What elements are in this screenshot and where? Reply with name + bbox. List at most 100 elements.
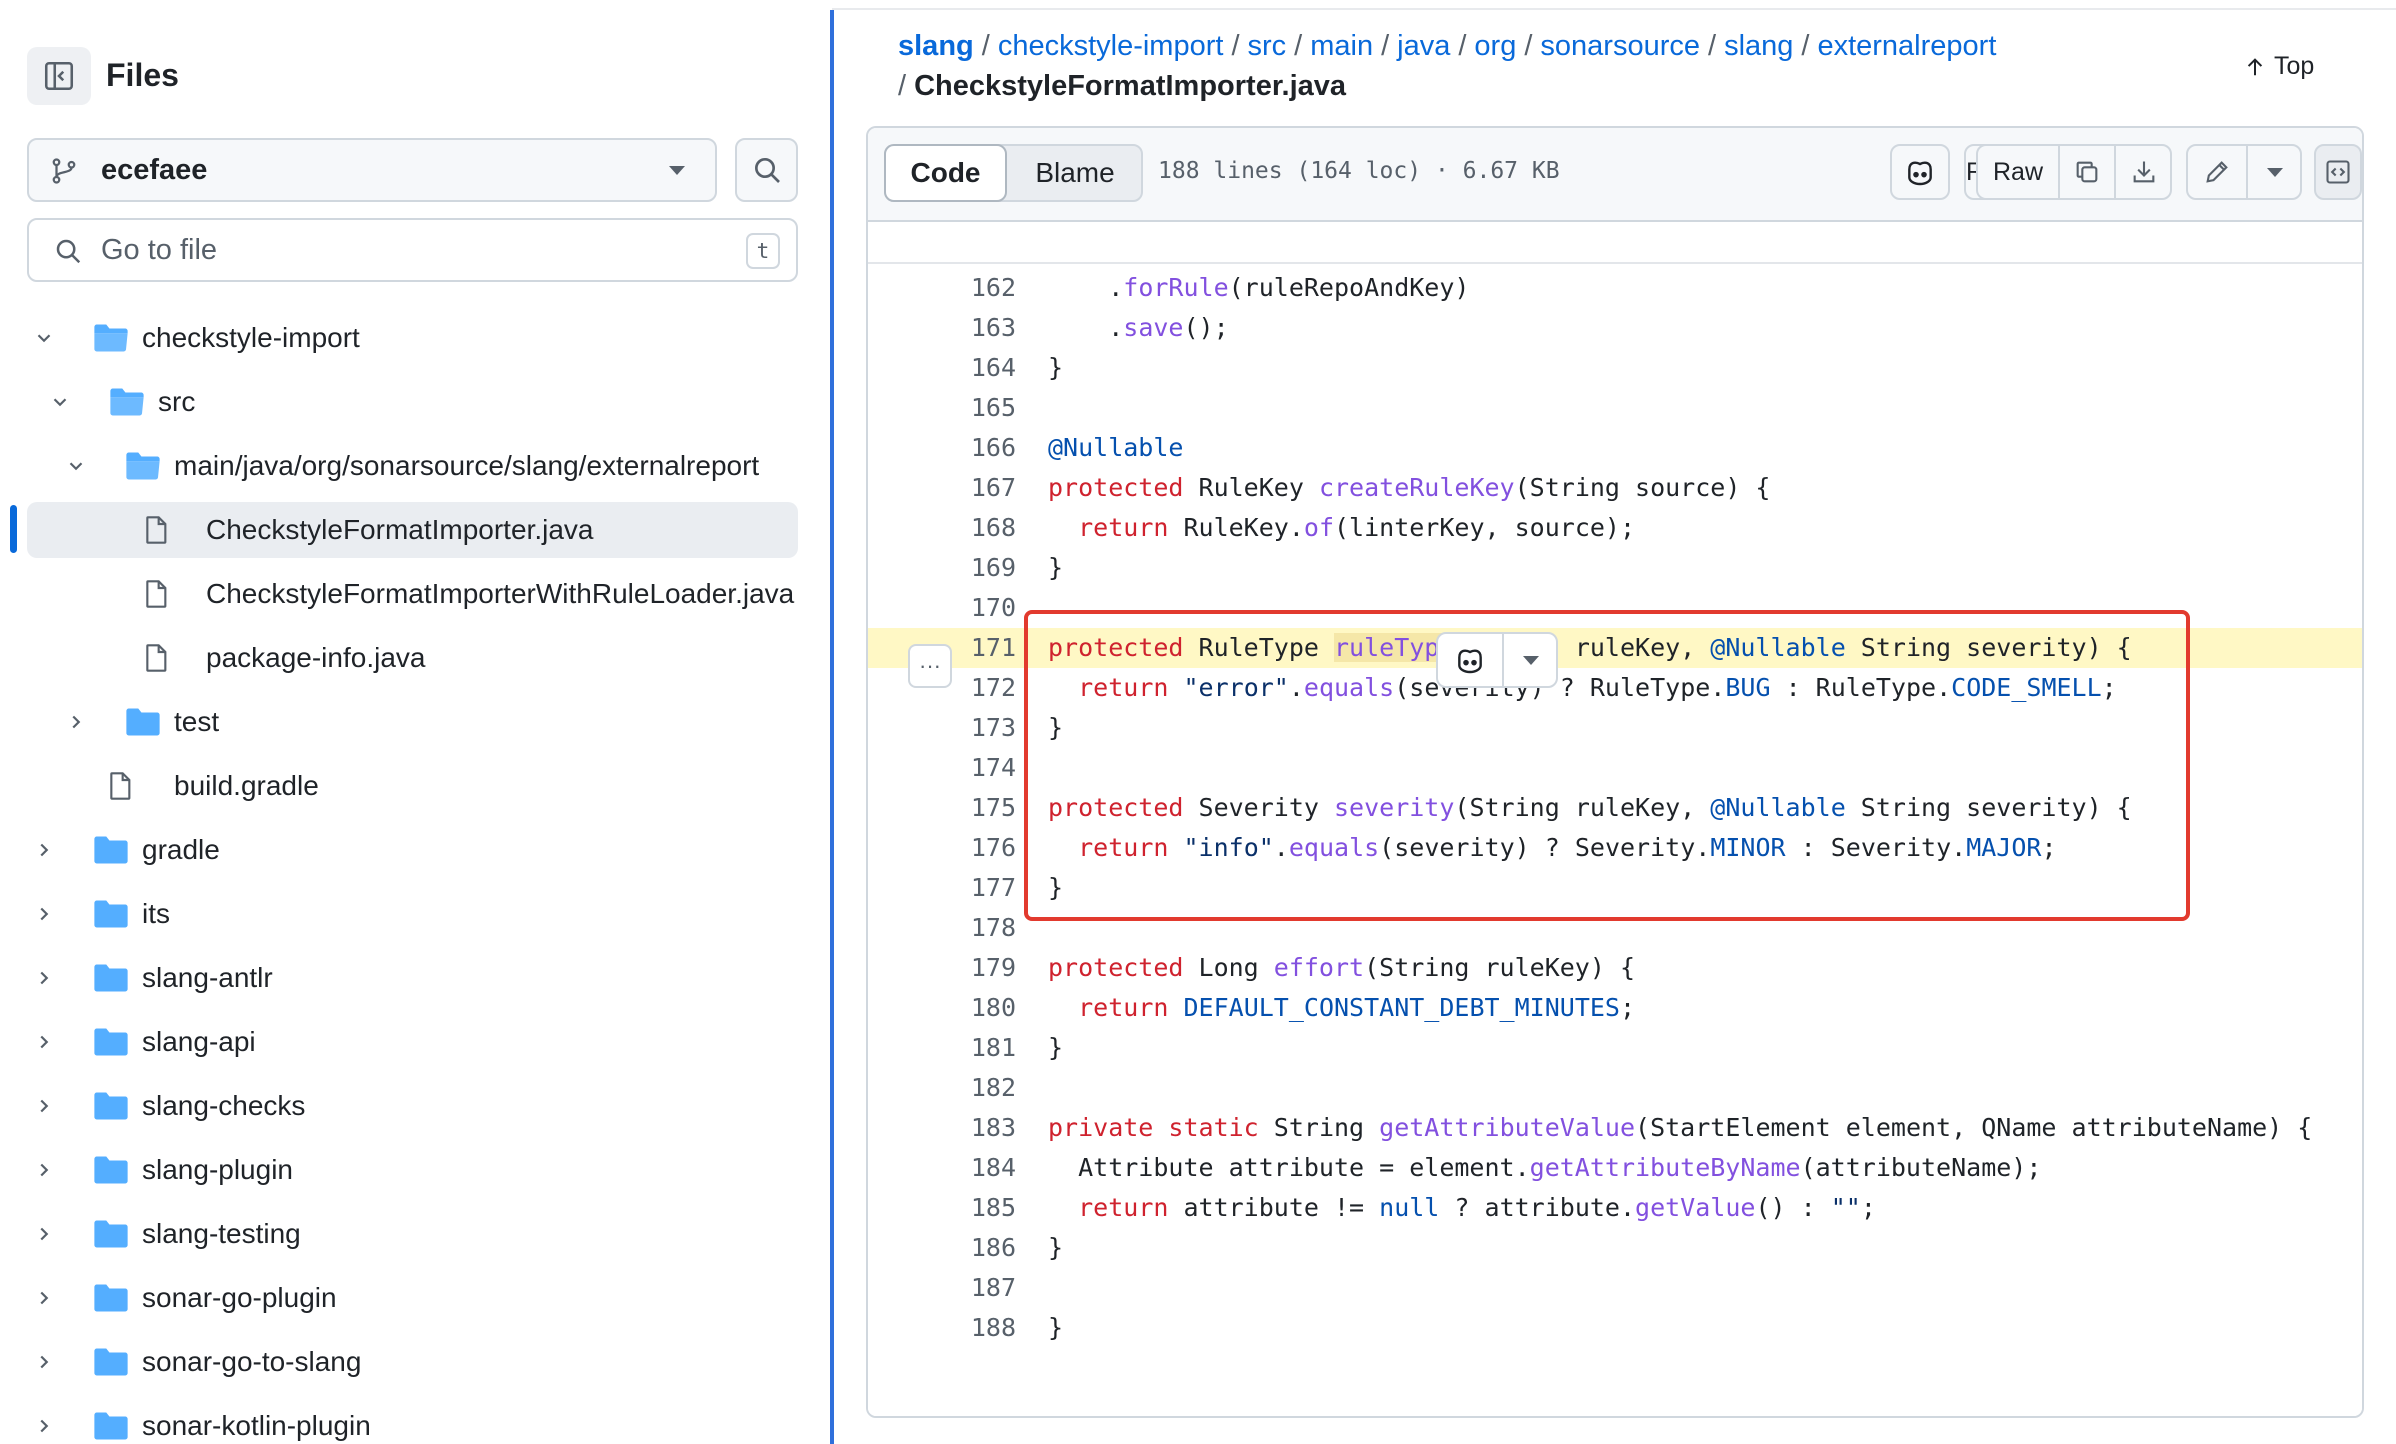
tree-folder[interactable]: slang-antlr [27, 950, 798, 1006]
collapse-sidebar-button[interactable] [27, 47, 91, 105]
chevron-right-icon[interactable] [32, 1286, 56, 1310]
line-number[interactable]: 177 [868, 868, 1016, 908]
folder-icon [92, 962, 128, 994]
tree-folder[interactable]: checkstyle-import [27, 310, 798, 366]
breadcrumb-link[interactable]: main [1310, 30, 1373, 62]
tree-folder[interactable]: its [27, 886, 798, 942]
line-number[interactable]: 175 [868, 788, 1016, 828]
tree-folder[interactable]: sonar-go-to-slang [27, 1334, 798, 1390]
chevron-right-icon[interactable] [32, 1350, 56, 1374]
breadcrumb-link[interactable]: java [1397, 30, 1450, 62]
tree-file[interactable]: build.gradle [27, 758, 798, 814]
branch-selector[interactable]: ecefaee [27, 138, 717, 202]
download-button[interactable] [2116, 146, 2172, 198]
breadcrumb-link[interactable]: checkstyle-import [998, 30, 1224, 62]
inline-copilot-menu [1436, 632, 1558, 688]
folder-icon [92, 898, 128, 930]
chevron-down-icon[interactable] [64, 454, 88, 478]
line-code: @Nullable [1048, 433, 1184, 462]
line-code: } [1048, 353, 1064, 382]
tree-file[interactable]: CheckstyleFormatImporter.java [27, 502, 798, 558]
line-number[interactable]: 178 [868, 908, 1016, 948]
chevron-right-icon[interactable] [32, 966, 56, 990]
line-code: return "info".equals(severity) ? Severit… [1078, 833, 2057, 862]
breadcrumb-link[interactable]: sonarsource [1540, 30, 1700, 62]
chevron-down-icon[interactable] [48, 390, 72, 414]
line-number[interactable]: 188 [868, 1308, 1016, 1348]
tree-file[interactable]: package-info.java [27, 630, 798, 686]
breadcrumb-link[interactable]: org [1474, 30, 1516, 62]
copilot-button[interactable] [1890, 144, 1950, 200]
chevron-right-icon[interactable] [32, 1094, 56, 1118]
code-view[interactable]: 145 private void saveIssue(RuleKey ruleR… [868, 224, 2362, 1416]
chevron-right-icon[interactable] [32, 1158, 56, 1182]
line-number[interactable]: 166 [868, 428, 1016, 468]
breadcrumb-repo-link[interactable]: slang [898, 30, 974, 62]
sticky-scroll-header[interactable]: 145 private void saveIssue(RuleKey ruleR… [868, 224, 2362, 264]
tab-blame[interactable]: Blame [1007, 146, 1143, 200]
line-number[interactable]: 174 [868, 748, 1016, 788]
tree-folder[interactable]: src [27, 374, 798, 430]
line-number[interactable]: 185 [868, 1188, 1016, 1228]
line-number[interactable]: 182 [868, 1068, 1016, 1108]
chevron-right-icon[interactable] [32, 1222, 56, 1246]
copilot-line-button[interactable] [1438, 634, 1504, 686]
tree-folder[interactable]: slang-plugin [27, 1142, 798, 1198]
tree-item-label: slang-antlr [142, 962, 273, 993]
symbols-panel-button[interactable] [2314, 144, 2362, 200]
go-to-file-input[interactable]: Go to file t [27, 218, 798, 282]
line-number[interactable]: 162 [868, 268, 1016, 308]
edit-options-button[interactable] [2248, 146, 2302, 198]
chevron-right-icon[interactable] [32, 838, 56, 862]
code-line: 145 private void saveIssue(RuleKey ruleR… [868, 224, 2362, 262]
go-to-file-placeholder: Go to file [101, 234, 218, 266]
code-line: 184 Attribute attribute = element.getAtt… [868, 1148, 2362, 1188]
tab-code[interactable]: Code [884, 144, 1007, 202]
line-number[interactable]: 181 [868, 1028, 1016, 1068]
tree-file[interactable]: CheckstyleFormatImporterWithRuleLoader.j… [27, 566, 798, 622]
line-number[interactable]: 145 [868, 253, 1016, 262]
line-number[interactable]: 176 [868, 828, 1016, 868]
folder-icon [124, 706, 160, 738]
line-number[interactable]: 167 [868, 468, 1016, 508]
tree-folder[interactable]: slang-testing [27, 1206, 798, 1262]
line-number[interactable]: 186 [868, 1228, 1016, 1268]
breadcrumb-link[interactable]: externalreport [1817, 30, 1996, 62]
line-number[interactable]: 179 [868, 948, 1016, 988]
line-number[interactable]: 180 [868, 988, 1016, 1028]
code-line: 165 [868, 388, 2362, 428]
raw-button[interactable]: Raw [1978, 146, 2060, 198]
tree-folder[interactable]: slang-checks [27, 1078, 798, 1134]
line-number[interactable]: 187 [868, 1268, 1016, 1308]
breadcrumb-link[interactable]: slang [1724, 30, 1793, 62]
code-line: 169} [868, 548, 2362, 588]
line-options-button[interactable]: ··· [908, 644, 952, 688]
line-number[interactable]: 184 [868, 1148, 1016, 1188]
chevron-right-icon[interactable] [32, 1414, 56, 1438]
chevron-right-icon[interactable] [32, 902, 56, 926]
line-number[interactable]: 163 [868, 308, 1016, 348]
copilot-options-button[interactable] [1504, 634, 1558, 686]
breadcrumb-link[interactable]: src [1248, 30, 1287, 62]
tree-folder[interactable]: main/java/org/sonarsource/slang/external… [27, 438, 798, 494]
line-number[interactable]: 173 [868, 708, 1016, 748]
line-number[interactable]: 169 [868, 548, 1016, 588]
line-number[interactable]: 165 [868, 388, 1016, 428]
copy-raw-button[interactable] [2060, 146, 2116, 198]
chevron-right-icon[interactable] [32, 1030, 56, 1054]
tree-folder[interactable]: test [27, 694, 798, 750]
scroll-to-top-button[interactable]: Top [2244, 52, 2314, 81]
tree-item-label: slang-plugin [142, 1154, 293, 1185]
line-number[interactable]: 183 [868, 1108, 1016, 1148]
tree-folder[interactable]: slang-api [27, 1014, 798, 1070]
chevron-right-icon[interactable] [64, 710, 88, 734]
search-button[interactable] [735, 138, 798, 202]
line-number[interactable]: 170 [868, 588, 1016, 628]
line-number[interactable]: 164 [868, 348, 1016, 388]
edit-file-button[interactable] [2188, 146, 2248, 198]
chevron-down-icon[interactable] [32, 326, 56, 350]
tree-folder[interactable]: gradle [27, 822, 798, 878]
line-number[interactable]: 168 [868, 508, 1016, 548]
tree-folder[interactable]: sonar-kotlin-plugin [27, 1398, 798, 1444]
tree-folder[interactable]: sonar-go-plugin [27, 1270, 798, 1326]
